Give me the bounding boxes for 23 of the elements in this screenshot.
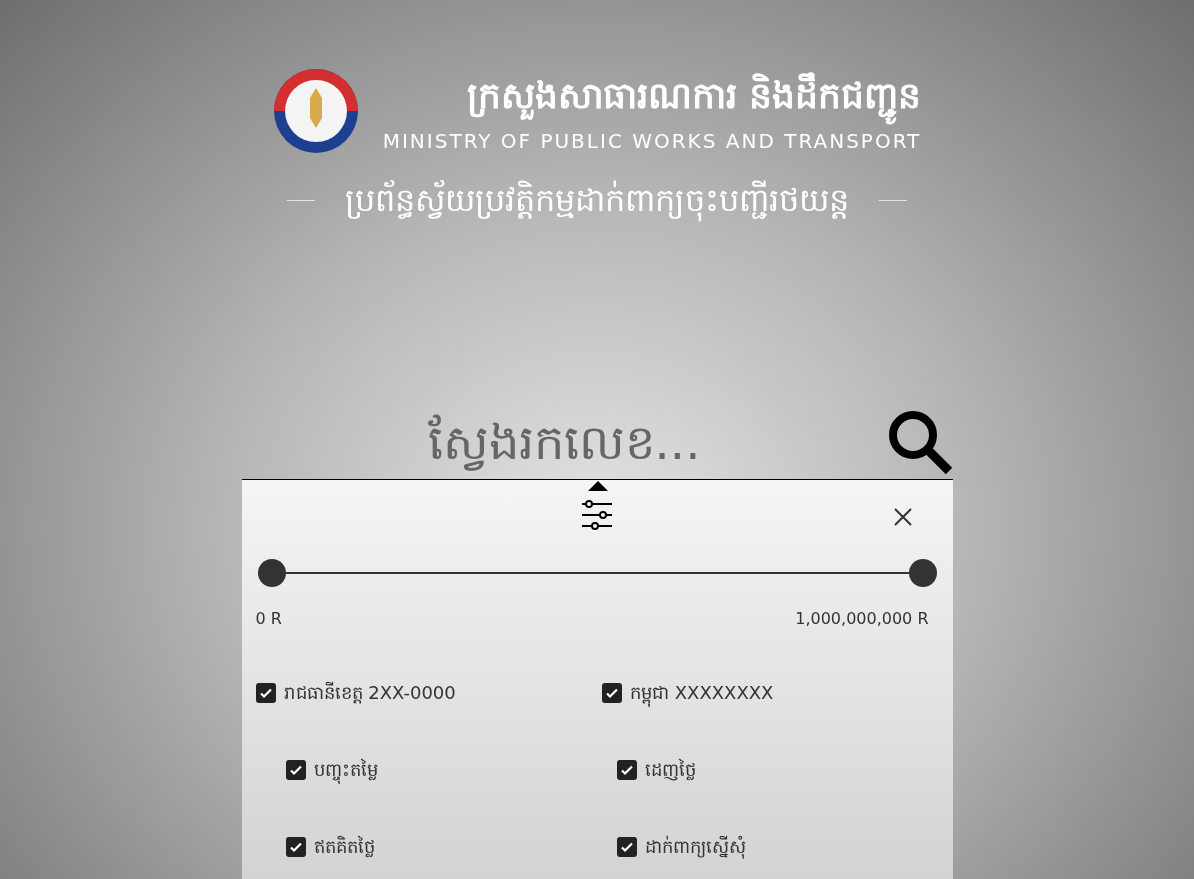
max-price-label: 1,000,000,000 R xyxy=(795,608,929,631)
search-icon[interactable] xyxy=(886,408,953,475)
checkbox-label: ដេញថ្លៃ xyxy=(645,758,696,783)
search-field[interactable]: ស្វែងរកលេខ... xyxy=(241,404,887,480)
checkbox-label: ដាក់ពាក្យស្នើសុំ xyxy=(645,834,746,861)
min-price-label: 0 R xyxy=(255,608,282,631)
system-subtitle: ប្រព័ន្ធស្វ័យប្រវត្តិកម្មដាក់ពាក្យចុះបញ្ជីរថយន្ត xyxy=(345,179,849,224)
checkbox-label: បញ្ចុះតម្លៃ xyxy=(313,756,378,784)
close-icon[interactable] xyxy=(893,508,912,527)
checkbox[interactable] xyxy=(285,759,306,780)
checkbox[interactable] xyxy=(617,836,637,857)
checkbox-label: កម្ពុជា XXXXXXXX xyxy=(630,679,774,707)
checkbox[interactable] xyxy=(602,682,622,703)
ministry-title-english: MINISTRY OF PUBLIC WORKS AND TRANSPORT xyxy=(382,128,922,156)
range-thumb[interactable] xyxy=(257,559,286,588)
checkbox[interactable] xyxy=(617,759,637,780)
checkbox[interactable] xyxy=(285,836,306,857)
ministry-title: ក្រសួងសាធារណការ និងដឹកជញ្ជូន xyxy=(466,65,922,127)
sliders-icon[interactable] xyxy=(580,498,614,533)
checkbox[interactable] xyxy=(255,682,276,703)
checkbox-label: រាជធានីខេត្ត 2XX-0000 xyxy=(283,680,456,706)
checkbox-label: ឥតគិតថ្លៃ xyxy=(313,835,375,860)
range-thumb[interactable] xyxy=(908,559,937,588)
